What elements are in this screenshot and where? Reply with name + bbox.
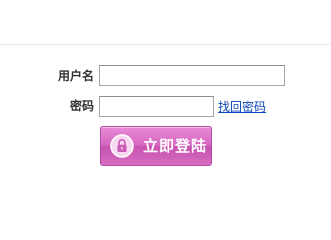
lock-icon	[110, 134, 134, 158]
password-field[interactable]	[99, 96, 214, 117]
username-label: 用户名	[57, 69, 94, 83]
login-form: 用户名 密码 找回密码 立即登陆	[0, 0, 331, 202]
password-label: 密码	[69, 99, 94, 113]
recover-password-link[interactable]: 找回密码	[218, 100, 266, 114]
username-field[interactable]	[99, 65, 285, 86]
login-button[interactable]: 立即登陆	[100, 126, 212, 166]
login-button-label: 立即登陆	[143, 138, 208, 155]
